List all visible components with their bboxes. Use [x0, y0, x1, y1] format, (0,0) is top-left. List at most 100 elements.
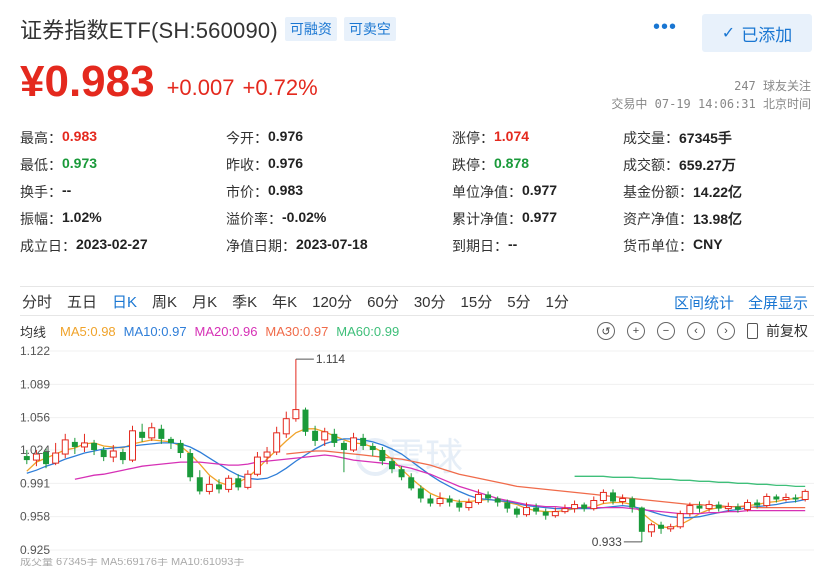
- candle-body: [244, 473, 252, 488]
- candle-body: [658, 524, 665, 529]
- candle-body: [205, 483, 213, 492]
- stat-item: 振幅： 1.02%: [20, 209, 226, 229]
- short-selling-tag[interactable]: 可卖空: [343, 17, 396, 41]
- ma-value: MA10:0.97: [123, 323, 187, 339]
- price-adjust-label[interactable]: 前复权: [766, 321, 808, 341]
- stats-row: 最高： 0.983 今开： 0.976 涨停： 1.074 成交量： 67345手: [20, 124, 820, 151]
- kline-chart[interactable]: 雪球 1.122 1.089 1.056 1.024 0.991 0.958 0.925 1.1…: [20, 342, 814, 566]
- tab-8[interactable]: 60分: [365, 291, 401, 312]
- candle-body: [100, 449, 107, 458]
- stats-row: 换手： -- 市价： 0.983 单位净值： 0.977 基金份额： 14.22亿: [20, 178, 820, 205]
- candle-body: [52, 452, 60, 464]
- kline-chart-svg[interactable]: 雪球1.1221.0891.0561.0240.9910.9580.9251.1…: [20, 342, 814, 566]
- candle-body: [754, 502, 761, 506]
- stat-value: 0.983: [62, 127, 98, 144]
- candle-body: [148, 427, 156, 439]
- stat-label: 最低：: [20, 156, 62, 173]
- stat-item: 基金份额： 14.22亿: [623, 182, 820, 202]
- candle-body: [629, 498, 636, 508]
- stat-label: 溢价率：: [226, 210, 282, 227]
- tab-3[interactable]: 周K: [150, 291, 179, 312]
- candle-body: [696, 505, 703, 509]
- candle-body: [744, 502, 752, 511]
- candle-body: [436, 497, 444, 505]
- stat-item: 市价： 0.983: [226, 182, 452, 202]
- tab-11[interactable]: 5分: [505, 291, 532, 312]
- stat-item: 最低： 0.973: [20, 155, 226, 175]
- tab-4[interactable]: 月K: [190, 291, 219, 312]
- zoom-in-icon[interactable]: +: [627, 322, 645, 340]
- candle-body: [474, 493, 482, 504]
- stat-item: 涨停： 1.074: [452, 128, 623, 148]
- candle-body: [312, 430, 319, 441]
- candle-body: [235, 478, 242, 488]
- price-change: +0.007 +0.72%: [167, 75, 318, 101]
- tab-0[interactable]: 分时: [20, 291, 54, 312]
- candle-body: [109, 450, 117, 458]
- tab-5[interactable]: 季K: [230, 291, 259, 312]
- stat-value: 2023-07-18: [296, 235, 368, 252]
- added-label: 已添加: [741, 25, 793, 45]
- range-stats-link[interactable]: 区间统计: [674, 292, 734, 313]
- stat-value: 14.22亿: [693, 183, 743, 200]
- candle-body: [225, 477, 233, 490]
- candle-body: [763, 495, 771, 507]
- tab-2[interactable]: 日K: [110, 291, 139, 312]
- candle-body: [792, 497, 799, 500]
- stats-grid: 最高： 0.983 今开： 0.976 涨停： 1.074 成交量： 67345手 最低： 0.9…: [20, 124, 820, 259]
- tab-1[interactable]: 五日: [65, 291, 99, 312]
- candle-body: [647, 524, 655, 533]
- candle-body: [61, 439, 69, 455]
- tab-12[interactable]: 1分: [544, 291, 571, 312]
- candle-body: [676, 513, 684, 528]
- candle-body: [340, 442, 347, 450]
- stat-label: 跌停：: [452, 156, 494, 173]
- margin-financing-tag[interactable]: 可融资: [284, 17, 337, 41]
- stat-label: 市价：: [226, 183, 268, 200]
- candle-body: [724, 506, 732, 510]
- reset-icon[interactable]: ↺: [597, 322, 615, 340]
- tab-9[interactable]: 30分: [412, 291, 448, 312]
- added-to-watchlist-button[interactable]: ✓ 已添加: [702, 14, 812, 52]
- fullscreen-link[interactable]: 全屏显示: [748, 292, 808, 313]
- stat-value: -0.02%: [282, 208, 327, 225]
- prev-icon[interactable]: ‹: [687, 322, 705, 340]
- ma-value: MA60:0.99: [336, 323, 400, 339]
- candle-body: [91, 442, 98, 450]
- candle-body: [590, 500, 598, 510]
- ma-value: MA20:0.96: [194, 323, 258, 339]
- candle-body: [263, 451, 271, 458]
- candle-body: [129, 430, 136, 461]
- tab-10[interactable]: 15分: [459, 291, 495, 312]
- stat-item: 今开： 0.976: [226, 128, 452, 148]
- stat-item: 单位净值： 0.977: [452, 182, 623, 202]
- tab-6[interactable]: 年K: [270, 291, 299, 312]
- candle-body: [302, 409, 309, 432]
- stat-label: 涨停：: [452, 129, 494, 146]
- candle-body: [485, 494, 492, 499]
- zoom-out-icon[interactable]: −: [657, 322, 675, 340]
- candle-body: [427, 498, 434, 504]
- period-tabs: 分时 五日 日K 周K 月K 季K 年K 120分 60分 30分 15分 5分 1分 区间统计 全屏显示: [20, 286, 814, 316]
- candle-body: [773, 496, 780, 500]
- stat-value: --: [508, 235, 518, 252]
- tab-7[interactable]: 120分: [310, 291, 354, 312]
- stat-item: 成交额： 659.27万: [623, 155, 820, 175]
- next-icon[interactable]: ›: [717, 322, 735, 340]
- y-tick-label: 0.925: [20, 543, 50, 557]
- stat-item: 溢价率： -0.02%: [226, 209, 452, 229]
- candle-body: [571, 504, 579, 510]
- more-options-icon[interactable]: •••: [653, 17, 677, 37]
- candle-body: [379, 449, 386, 462]
- y-tick-label: 0.958: [20, 510, 50, 524]
- chart-type-icon[interactable]: [747, 323, 758, 339]
- stat-label: 净值日期：: [226, 237, 296, 254]
- followers-count[interactable]: 247 球友关注: [734, 77, 811, 94]
- stat-label: 成交额：: [623, 156, 679, 173]
- candle-body: [177, 442, 184, 454]
- stat-label: 昨收：: [226, 156, 268, 173]
- ma-line-ma60: [574, 475, 806, 488]
- candle-body: [216, 484, 222, 490]
- stock-header: 证券指数ETF(SH:560090) 可融资 可卖空: [20, 14, 396, 44]
- candle-body: [599, 491, 607, 502]
